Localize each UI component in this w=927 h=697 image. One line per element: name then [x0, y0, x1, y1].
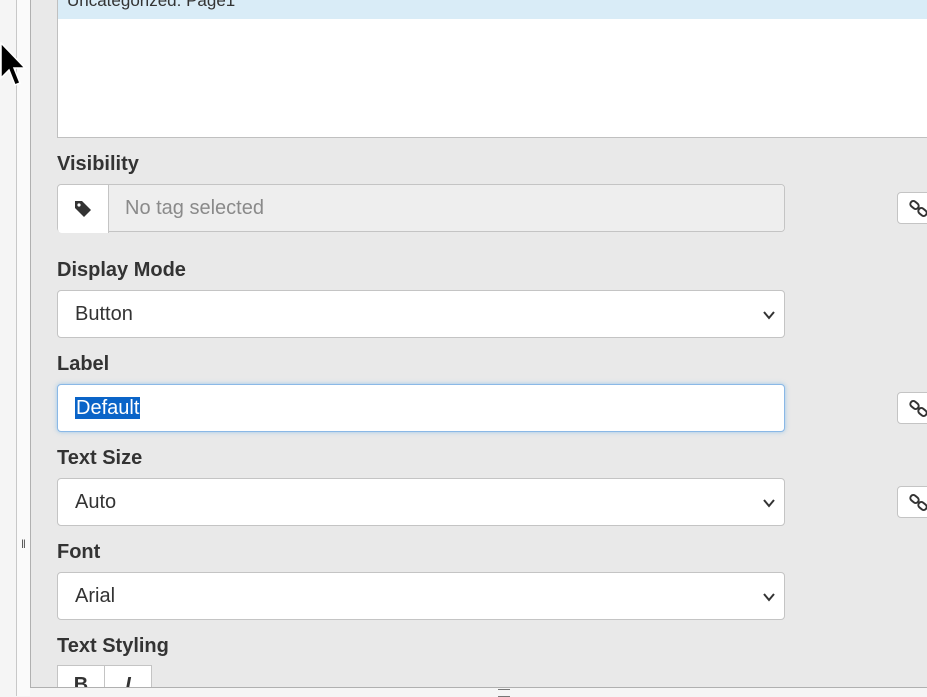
link-icon: [909, 494, 927, 511]
link-icon: [909, 400, 927, 417]
italic-button[interactable]: I: [104, 665, 152, 687]
page-list[interactable]: Uncategorized: Page1: [57, 0, 927, 138]
text-size-select[interactable]: Auto: [57, 478, 785, 526]
list-item[interactable]: Uncategorized: Page1: [58, 0, 927, 19]
display-mode-value: Button: [75, 303, 133, 325]
font-label: Font: [57, 541, 101, 563]
label-input-value: Default: [75, 397, 141, 419]
label-field-label: Label: [57, 353, 110, 375]
link-icon: [909, 200, 927, 217]
chevron-down-icon: [763, 311, 775, 320]
left-panel-edge: [0, 0, 17, 696]
font-value: Arial: [75, 585, 116, 607]
properties-panel: Uncategorized: Page1 Visibility No tag s…: [30, 0, 927, 688]
text-size-value: Auto: [75, 491, 117, 513]
visibility-placeholder: No tag selected: [125, 197, 264, 219]
text-size-label: Text Size: [57, 447, 143, 469]
label-link-button[interactable]: [897, 392, 927, 424]
chevron-down-icon: [763, 499, 775, 508]
tag-addon[interactable]: [58, 185, 109, 233]
font-select[interactable]: Arial: [57, 572, 785, 620]
visibility-tag-field[interactable]: No tag selected: [57, 184, 785, 233]
visibility-link-button[interactable]: [897, 192, 927, 224]
display-mode-select[interactable]: Button: [57, 290, 785, 338]
panel-gap: [17, 0, 30, 696]
visibility-label: Visibility: [57, 153, 139, 175]
text-size-link-button[interactable]: [897, 486, 927, 518]
bold-button[interactable]: B: [57, 665, 105, 687]
label-input[interactable]: Default: [57, 384, 785, 432]
mouse-cursor-icon: [0, 42, 27, 86]
chevron-down-icon: [763, 593, 775, 602]
tag-icon: [75, 201, 91, 217]
splitter-handle[interactable]: ‖: [21, 538, 26, 550]
text-styling-label: Text Styling: [57, 635, 169, 657]
display-mode-label: Display Mode: [57, 259, 186, 281]
visibility-tag-input[interactable]: No tag selected: [109, 185, 784, 231]
